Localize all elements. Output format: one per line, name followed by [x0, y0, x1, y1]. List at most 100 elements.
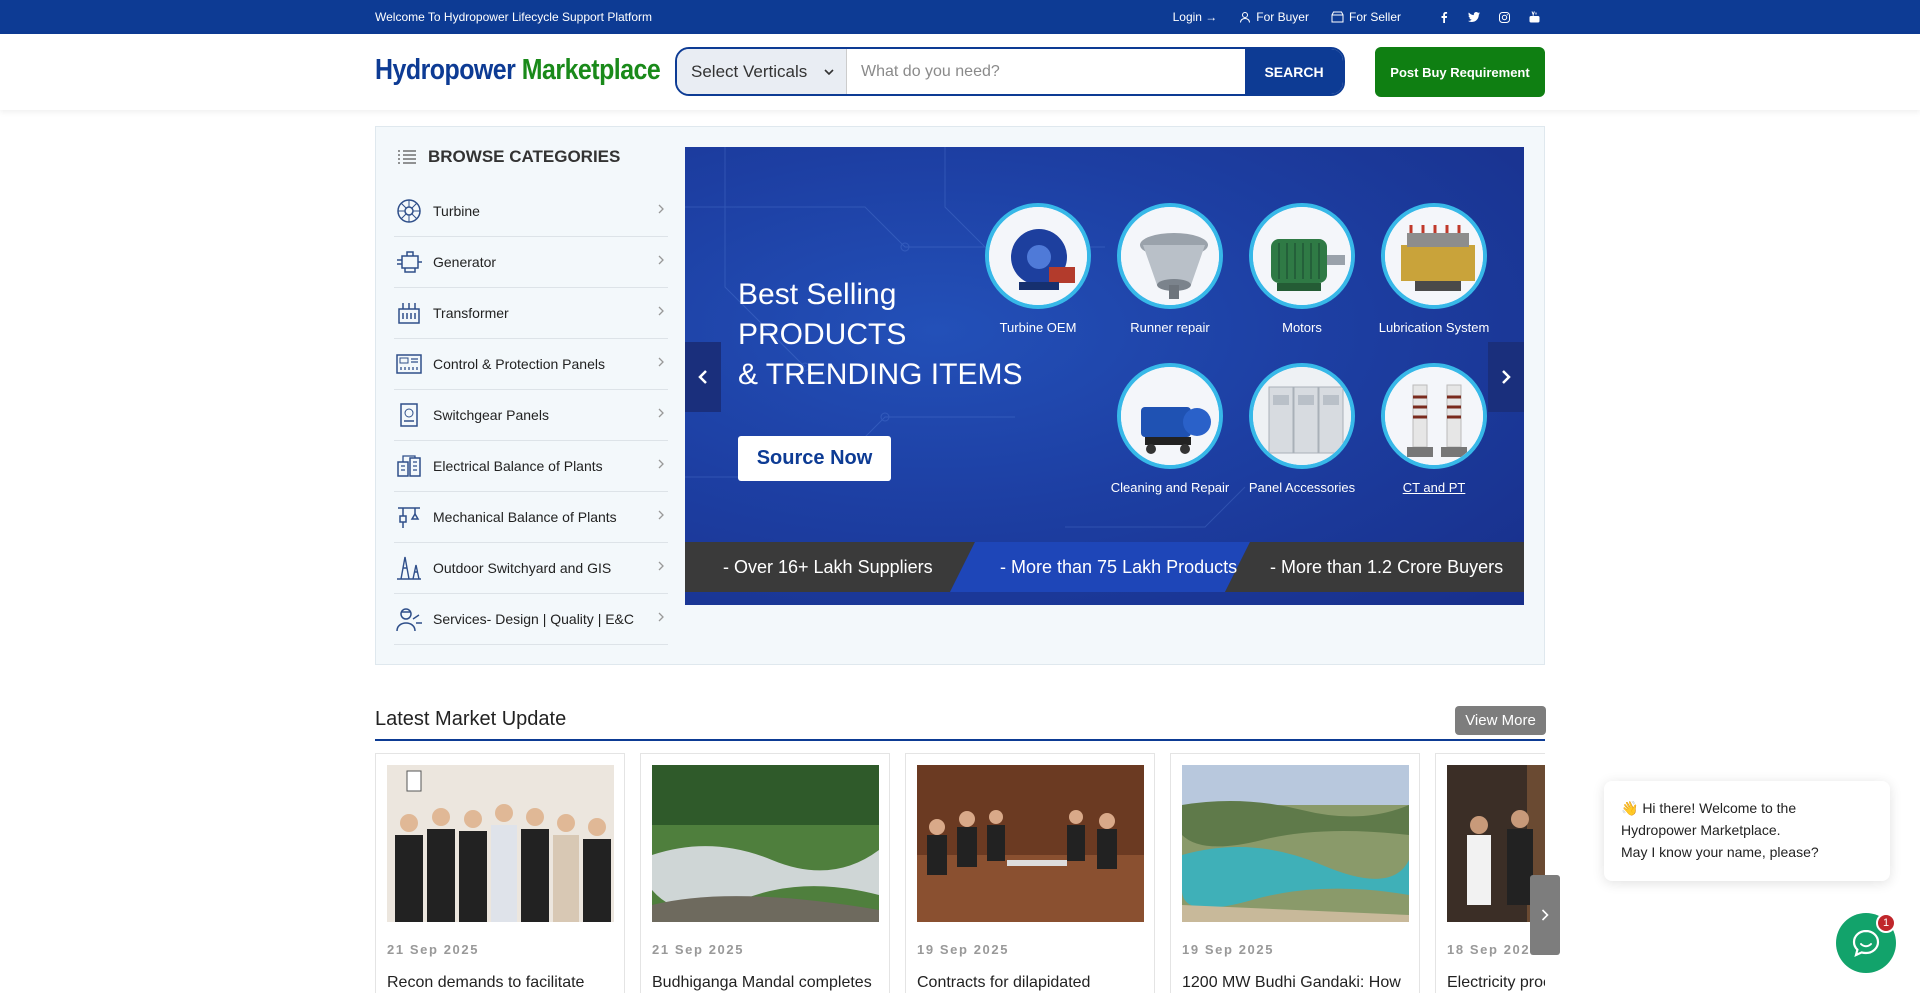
product-image: [1249, 203, 1355, 309]
electrical-bop-icon: [394, 451, 424, 481]
banner-next-button[interactable]: [1488, 342, 1524, 412]
product-image: [1249, 363, 1355, 469]
news-title: Recon demands to facilitate: [387, 974, 585, 991]
product-label: Lubrication System: [1378, 320, 1490, 335]
product-label: Runner repair: [1130, 320, 1210, 335]
banner-prev-button[interactable]: [685, 342, 721, 412]
news-date: 21 Sep 2025: [652, 942, 745, 957]
chevron-down-icon: [824, 68, 834, 75]
hero-banner: Best Selling PRODUCTS & TRENDING ITEMS S…: [685, 147, 1524, 605]
product-label: Motors: [1282, 320, 1322, 335]
search-input[interactable]: [847, 49, 1245, 94]
chat-bubble-icon: [1852, 929, 1880, 957]
banner-line-3: & TRENDING ITEMS: [738, 358, 1023, 391]
news-card[interactable]: 18 Sep 2025 Electricity proc: [1435, 753, 1545, 993]
login-link[interactable]: Login →: [1173, 10, 1218, 24]
category-label: Turbine: [433, 203, 480, 219]
turbine-icon: [394, 196, 424, 226]
login-label: Login →: [1172, 10, 1218, 24]
market-update-title: Latest Market Update: [375, 708, 567, 730]
category-item[interactable]: Turbine: [394, 186, 668, 237]
logo-word-hydropower: Hydropower: [375, 54, 516, 86]
view-more-button[interactable]: View More: [1455, 706, 1546, 735]
banner-product[interactable]: Runner repair: [1110, 203, 1230, 343]
chat-line-2: Hydropower Marketplace.: [1621, 822, 1781, 838]
chat-unread-badge: 1: [1876, 913, 1896, 933]
chevron-right-icon: [658, 254, 664, 268]
news-card[interactable]: 19 Sep 2025 Contracts for dilapidated: [905, 753, 1155, 993]
chevron-right-icon: [1502, 370, 1511, 384]
product-label: Turbine OEM: [999, 320, 1077, 335]
banner-product[interactable]: Panel Accessories: [1242, 363, 1362, 503]
news-card[interactable]: 21 Sep 2025 Budhiganga Mandal completes: [640, 753, 890, 993]
verticals-selected: Select Verticals: [691, 61, 808, 81]
cards-next-button[interactable]: [1530, 875, 1560, 955]
search-bar: Select Verticals SEARCH: [675, 47, 1345, 96]
category-item[interactable]: Control & Protection Panels: [394, 339, 668, 390]
product-image: [1117, 363, 1223, 469]
category-label: Generator: [433, 254, 497, 270]
news-title: Budhiganga Mandal completes: [652, 974, 872, 991]
banner-stats-bar: - Over 16+ Lakh Suppliers - More than 75…: [685, 542, 1524, 592]
category-label: Transformer: [433, 305, 509, 321]
source-now-button[interactable]: Source Now: [738, 436, 891, 481]
category-label: Outdoor Switchyard and GIS: [433, 560, 612, 576]
stat-buyers: - More than 1.2 Crore Buyers: [1270, 556, 1504, 577]
news-card[interactable]: 19 Sep 2025 1200 MW Budhi Gandaki: How: [1170, 753, 1420, 993]
control-panel-icon: [394, 349, 424, 379]
category-item[interactable]: Outdoor Switchyard and GIS: [394, 543, 668, 594]
browse-categories-heading: BROWSE CATEGORIES: [398, 147, 620, 167]
chevron-right-icon: [658, 560, 664, 574]
verticals-select[interactable]: Select Verticals: [677, 49, 847, 94]
chevron-right-icon: [658, 458, 664, 472]
category-item[interactable]: Services- Design | Quality | E&C: [394, 594, 668, 645]
product-image: [1381, 203, 1487, 309]
category-item[interactable]: Generator: [394, 237, 668, 288]
category-item[interactable]: Electrical Balance of Plants: [394, 441, 668, 492]
chevron-right-icon: [658, 305, 664, 319]
category-item[interactable]: Switchgear Panels: [394, 390, 668, 441]
banner-product[interactable]: Motors: [1242, 203, 1362, 343]
banner-product[interactable]: Lubrication System: [1374, 203, 1494, 343]
news-title: 1200 MW Budhi Gandaki: How: [1182, 974, 1401, 991]
search-button[interactable]: SEARCH: [1245, 49, 1343, 94]
transformer-icon: [394, 298, 424, 328]
twitter-icon[interactable]: [1463, 6, 1485, 28]
category-label: Control & Protection Panels: [433, 356, 605, 372]
news-card[interactable]: 21 Sep 2025 Recon demands to facilitate: [375, 753, 625, 993]
switchgear-icon: [394, 400, 424, 430]
logo-word-marketplace: Marketplace: [521, 54, 661, 86]
generator-icon: [394, 247, 424, 277]
stat-products: - More than 75 Lakh Products: [1000, 556, 1238, 577]
news-date: 19 Sep 2025: [917, 942, 1010, 957]
category-item[interactable]: Transformer: [394, 288, 668, 339]
chat-greeting[interactable]: 👋 Hi there! Welcome to the Hydropower Ma…: [1604, 781, 1890, 881]
news-title: Electricity proc: [1447, 974, 1545, 991]
youtube-icon[interactable]: [1523, 6, 1545, 28]
chat-line-1: 👋 Hi there! Welcome to the: [1621, 800, 1797, 816]
switchyard-icon: [394, 553, 424, 583]
mechanical-bop-icon: [394, 502, 424, 532]
post-buy-requirement-button[interactable]: Post Buy Requirement: [1375, 47, 1545, 97]
for-buyer-link[interactable]: For Buyer: [1239, 10, 1309, 24]
news-image: [387, 765, 614, 922]
instagram-icon[interactable]: [1493, 6, 1515, 28]
chevron-right-icon: [658, 356, 664, 370]
social-links: [1425, 6, 1545, 28]
banner-product[interactable]: Turbine OEM: [978, 203, 1098, 343]
category-label: Mechanical Balance of Plants: [433, 509, 617, 525]
store-icon: [1331, 11, 1344, 23]
news-date: 18 Sep 2025: [1447, 942, 1540, 957]
for-seller-label: For Seller: [1348, 10, 1401, 24]
chevron-left-icon: [698, 370, 707, 384]
category-label: Electrical Balance of Plants: [433, 458, 603, 474]
site-logo[interactable]: Hydropower Marketplace: [375, 54, 661, 87]
banner-product[interactable]: CT and PT: [1374, 363, 1494, 503]
for-seller-link[interactable]: For Seller: [1331, 10, 1401, 24]
product-label: Panel Accessories: [1248, 480, 1356, 495]
category-item[interactable]: Mechanical Balance of Plants: [394, 492, 668, 543]
news-date: 21 Sep 2025: [387, 942, 480, 957]
facebook-icon[interactable]: [1433, 6, 1455, 28]
product-image: [985, 203, 1091, 309]
banner-product[interactable]: Cleaning and Repair: [1110, 363, 1230, 503]
